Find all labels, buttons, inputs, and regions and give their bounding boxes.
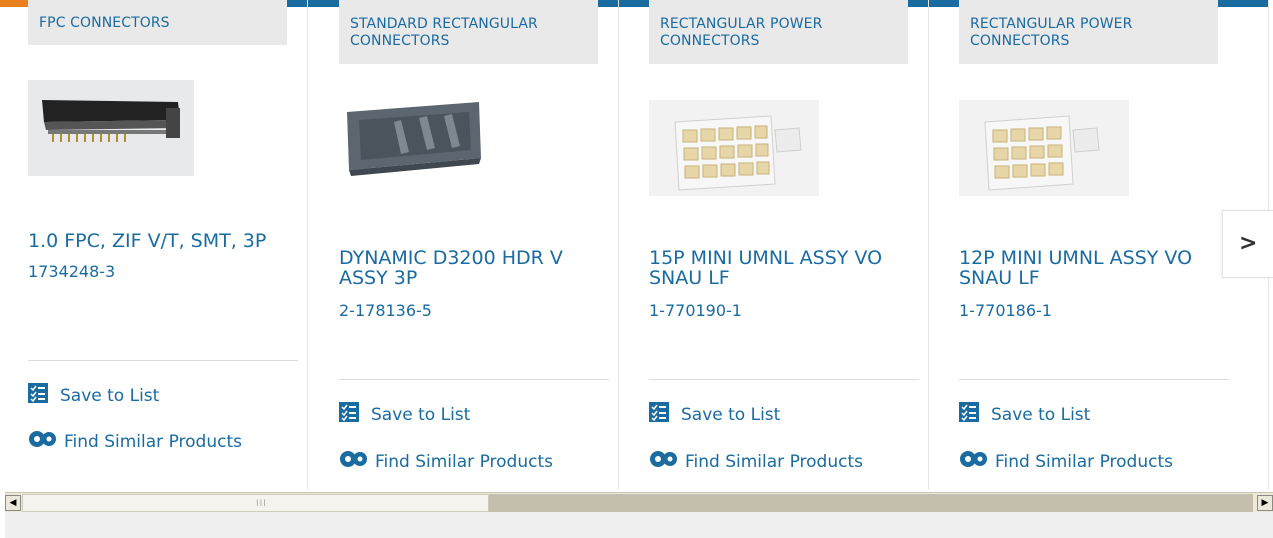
save-to-list-button[interactable]: Save to List xyxy=(339,402,470,427)
save-to-list-button[interactable]: Save to List xyxy=(649,402,780,427)
save-to-list-button[interactable]: Save to List xyxy=(28,383,159,408)
checklist-icon xyxy=(28,383,48,408)
chevron-right-icon: > xyxy=(1239,231,1258,256)
product-carousel: FPC CONNECTORS 1.0 FPC, ZIF V/T, SMT, 3P… xyxy=(0,0,1273,490)
part-number[interactable]: 1-770190-1 xyxy=(649,301,742,320)
product-category[interactable]: STANDARD RECTANGULAR CONNECTORS xyxy=(339,0,598,64)
card-separator xyxy=(928,0,929,490)
status-area xyxy=(5,512,1273,538)
scrollbar-thumb[interactable]: III xyxy=(22,494,489,512)
find-similar-button[interactable]: Find Similar Products xyxy=(339,447,553,476)
find-similar-label: Find Similar Products xyxy=(995,451,1173,472)
gears-icon xyxy=(28,427,58,456)
part-number[interactable]: 2-178136-5 xyxy=(339,301,432,320)
save-to-list-label: Save to List xyxy=(991,404,1091,425)
product-category[interactable]: RECTANGULAR POWER CONNECTORS xyxy=(649,0,908,64)
part-number[interactable]: 1734248-3 xyxy=(28,262,115,281)
find-similar-label: Find Similar Products xyxy=(685,451,863,472)
product-card: RECTANGULAR POWER CONNECTORS 12P MINI UM… xyxy=(939,0,1229,490)
product-card: STANDARD RECTANGULAR CONNECTORS DYNAMIC … xyxy=(319,0,619,490)
checklist-icon xyxy=(649,402,669,427)
product-card: RECTANGULAR POWER CONNECTORS 15P MINI UM… xyxy=(629,0,929,490)
product-title[interactable]: 15P MINI UMNL ASSY VO SNAU LF xyxy=(649,248,909,288)
product-title[interactable]: 1.0 FPC, ZIF V/T, SMT, 3P xyxy=(28,231,288,251)
scrollbar-grip-icon: III xyxy=(256,499,267,509)
checklist-icon xyxy=(339,402,359,427)
save-to-list-label: Save to List xyxy=(371,404,471,425)
gears-icon xyxy=(339,447,369,476)
scroll-left-arrow-icon[interactable]: ◀ xyxy=(5,495,21,511)
find-similar-button[interactable]: Find Similar Products xyxy=(28,427,242,456)
gears-icon xyxy=(649,447,679,476)
card-divider xyxy=(959,379,1229,380)
product-category[interactable]: RECTANGULAR POWER CONNECTORS xyxy=(959,0,1218,64)
part-number[interactable]: 1-770186-1 xyxy=(959,301,1052,320)
gears-icon xyxy=(959,447,989,476)
product-image[interactable] xyxy=(649,100,819,196)
scrollbar-track[interactable] xyxy=(489,494,1253,512)
checklist-icon xyxy=(959,402,979,427)
find-similar-label: Find Similar Products xyxy=(375,451,553,472)
card-divider xyxy=(339,379,609,380)
horizontal-scrollbar[interactable]: ◀ III ▶ xyxy=(5,492,1273,512)
product-image[interactable] xyxy=(339,98,489,184)
product-image[interactable] xyxy=(959,100,1129,196)
find-similar-label: Find Similar Products xyxy=(64,431,242,452)
save-to-list-label: Save to List xyxy=(60,385,160,406)
find-similar-button[interactable]: Find Similar Products xyxy=(649,447,863,476)
product-category[interactable]: FPC CONNECTORS xyxy=(28,0,287,45)
product-image[interactable] xyxy=(28,80,194,176)
product-title[interactable]: DYNAMIC D3200 HDR V ASSY 3P xyxy=(339,248,599,288)
find-similar-button[interactable]: Find Similar Products xyxy=(959,447,1173,476)
carousel-next-button[interactable]: > xyxy=(1222,210,1273,278)
card-separator xyxy=(618,0,619,490)
card-separator xyxy=(307,0,308,490)
product-card: FPC CONNECTORS 1.0 FPC, ZIF V/T, SMT, 3P… xyxy=(8,0,308,490)
save-to-list-label: Save to List xyxy=(681,404,781,425)
product-title[interactable]: 12P MINI UMNL ASSY VO SNAU LF xyxy=(959,248,1219,288)
scroll-right-arrow-icon[interactable]: ▶ xyxy=(1257,495,1273,511)
card-divider xyxy=(649,379,919,380)
save-to-list-button[interactable]: Save to List xyxy=(959,402,1090,427)
card-divider xyxy=(28,360,298,361)
